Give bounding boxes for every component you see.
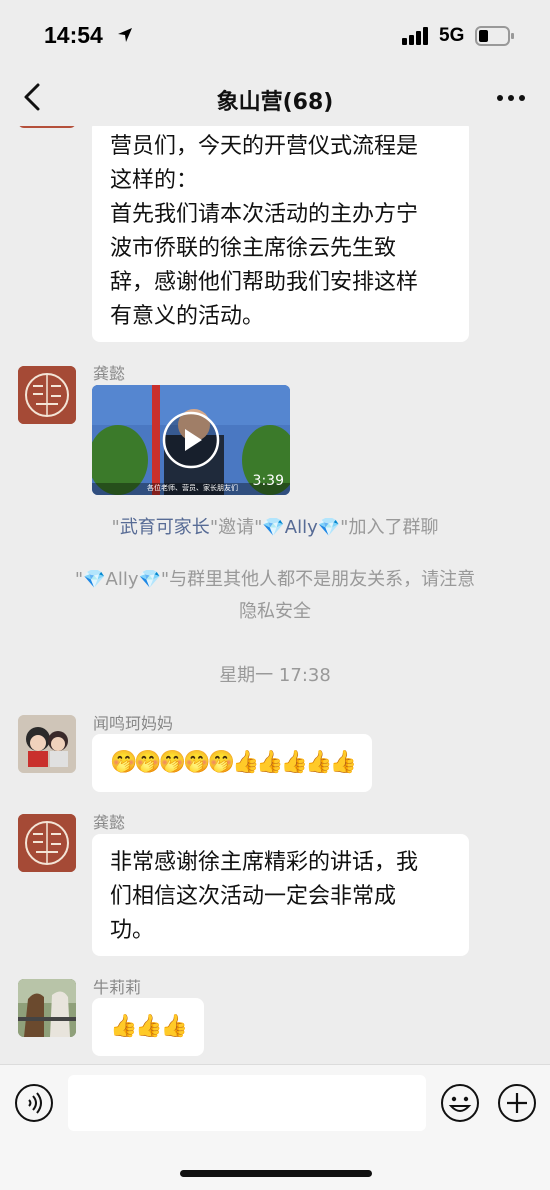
message-line: 营员们，今天的开营仪式流程是 (110, 134, 419, 159)
message-line: 功。 (110, 918, 155, 943)
sender-name: 龚懿 (93, 364, 126, 383)
system-text: 邀请 (218, 517, 255, 538)
message-bubble[interactable]: 👍👍👍 (92, 998, 205, 1056)
sender-name: 闻鸣珂妈妈 (93, 714, 174, 733)
network-type: 5G (439, 25, 465, 46)
avatar-image (18, 979, 76, 1037)
message-line: 非常感谢徐主席精彩的讲话，我 (110, 850, 419, 875)
message-line: 这样的： (110, 168, 199, 193)
sender-name: 龚懿 (93, 813, 126, 832)
quote-mark: " (209, 517, 219, 538)
system-message-privacy: "💎Ally💎"与群里其他人都不是朋友关系，请注意 隐私安全 (0, 564, 550, 628)
inviter-link[interactable]: 武育可家长 (120, 517, 210, 538)
message-bubble[interactable]: 营员们，今天的开营仪式流程是 这样的： 首先我们请本次活动的主办方宁 波市侨联的… (92, 126, 469, 342)
invitee-link[interactable]: 💎Ally💎 (262, 517, 340, 538)
message-line: 首先我们请本次活动的主办方宁 (110, 202, 419, 227)
avatar[interactable] (18, 979, 76, 1037)
location-arrow-icon (118, 28, 132, 42)
seal-logo-icon (18, 366, 76, 424)
video-duration: 3:39 (252, 473, 284, 489)
status-bar: 14:54 5G (0, 0, 550, 70)
home-indicator (180, 1170, 372, 1177)
avatar[interactable] (18, 126, 76, 128)
avatar-image (18, 715, 76, 773)
message-line: 们相信这次活动一定会非常成 (110, 884, 397, 909)
video-caption: 各位老师、营员、家长朋友们 (147, 484, 238, 492)
avatar[interactable] (18, 715, 76, 773)
message-line: 辞，感谢他们帮助我们安排这样 (110, 270, 419, 295)
nav-bar: 象山营(68) (0, 70, 550, 126)
message-text: 🤭🤭🤭🤭🤭👍👍👍👍👍 (110, 750, 357, 775)
system-message-invite: "武育可家长"邀请"💎Ally💎"加入了群聊 (0, 512, 550, 544)
avatar[interactable] (18, 814, 76, 872)
emoji-icon[interactable] (440, 1083, 480, 1123)
avatar[interactable] (18, 366, 76, 424)
system-line: "💎Ally💎"与群里其他人都不是朋友关系，请注意 (74, 569, 476, 590)
message-input[interactable] (68, 1075, 426, 1131)
more-options-icon[interactable] (494, 84, 528, 112)
time-separator: 星期一 17:38 (219, 665, 331, 686)
chat-title: 象山营(68) (216, 90, 334, 115)
message-line: 波市侨联的徐主席徐云先生致 (110, 236, 397, 261)
plus-icon[interactable] (497, 1083, 537, 1123)
voice-input-icon[interactable] (14, 1083, 54, 1123)
video-message[interactable]: 各位老师、营员、家长朋友们 3:39 (92, 385, 290, 495)
sender-name: 牛莉莉 (93, 978, 142, 997)
chat-message-list[interactable]: 营员们，今天的开营仪式流程是 这样的： 首先我们请本次活动的主办方宁 波市侨联的… (0, 126, 550, 1064)
message-line: 有意义的活动。 (110, 304, 265, 329)
play-icon[interactable] (162, 411, 220, 469)
message-bubble[interactable]: 🤭🤭🤭🤭🤭👍👍👍👍👍 (92, 734, 372, 792)
status-time: 14:54 (44, 22, 103, 48)
quote-mark: " (111, 517, 120, 538)
seal-logo-icon (18, 814, 76, 872)
cellular-signal-icon (402, 27, 428, 45)
message-text: 👍👍👍 (110, 1014, 188, 1039)
system-line: 隐私安全 (239, 601, 311, 622)
battery-icon (475, 26, 514, 46)
system-text: 加入了群聊 (348, 517, 439, 538)
message-bubble[interactable]: 非常感谢徐主席精彩的讲话，我 们相信这次活动一定会非常成 功。 (92, 834, 469, 956)
